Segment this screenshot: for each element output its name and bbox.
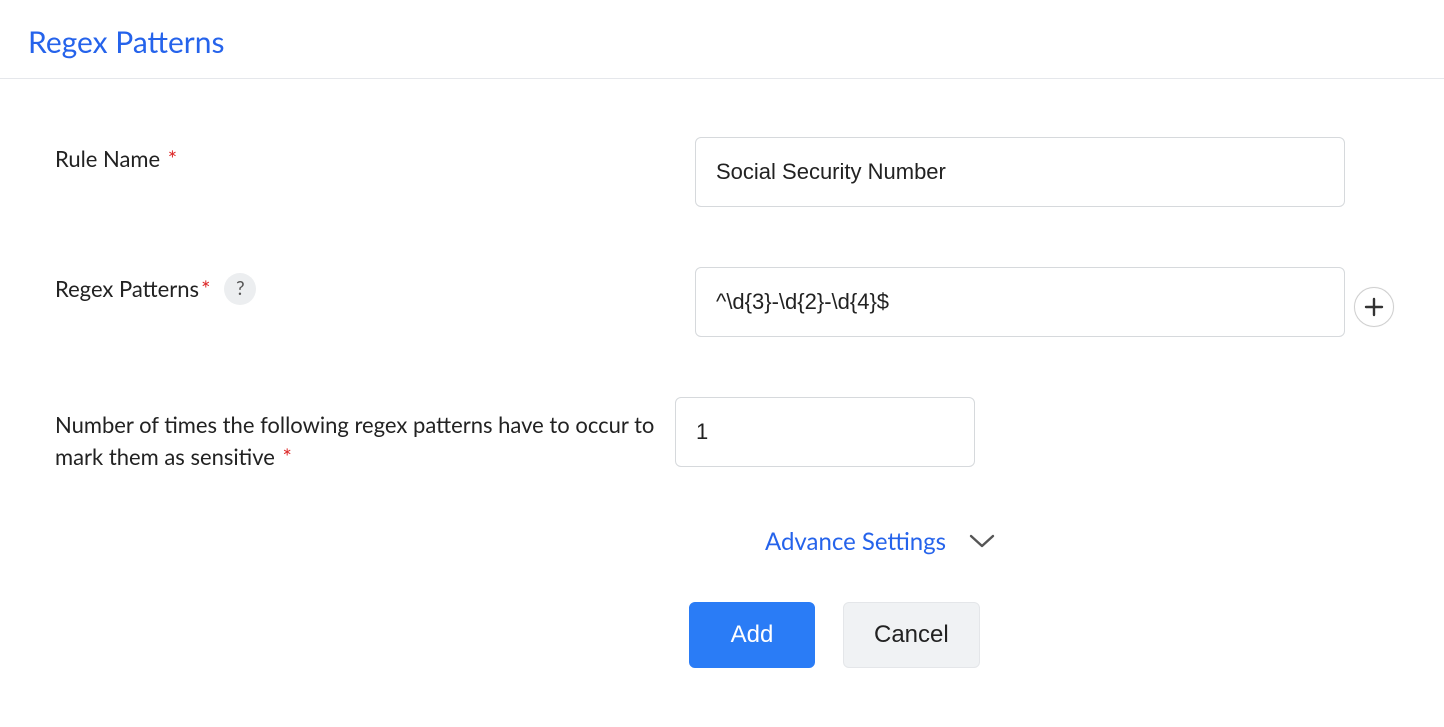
regex-patterns-label-group: Regex Patterns* ? (55, 267, 695, 305)
add-button[interactable]: Add (689, 602, 815, 668)
plus-icon (1364, 297, 1384, 317)
cancel-button[interactable]: Cancel (843, 602, 980, 668)
occurrences-required: * (283, 443, 292, 470)
rule-name-required: * (168, 145, 177, 172)
regex-patterns-input[interactable] (695, 267, 1345, 337)
occurrences-label-group: Number of times the following regex patt… (55, 397, 675, 473)
regex-patterns-input-col (695, 267, 1345, 337)
advance-settings-label: Advance Settings (765, 527, 946, 556)
rule-name-input[interactable] (695, 137, 1345, 207)
rule-name-label: Rule Name (55, 145, 160, 172)
occurrences-input-col (675, 397, 1325, 467)
regex-patterns-row: Regex Patterns* ? (55, 267, 1389, 337)
help-icon[interactable]: ? (224, 273, 256, 305)
occurrences-input[interactable] (675, 397, 975, 467)
rule-name-label-group: Rule Name * (55, 137, 695, 175)
chevron-down-icon (968, 528, 996, 555)
occurrences-label: Number of times the following regex patt… (55, 411, 654, 470)
rule-name-row: Rule Name * (55, 137, 1389, 207)
add-pattern-button[interactable] (1354, 287, 1394, 327)
button-row: Add Cancel (689, 602, 1389, 668)
regex-patterns-required: * (201, 275, 210, 302)
rule-name-input-col (695, 137, 1345, 207)
form-area: Rule Name * Regex Patterns* ? (0, 79, 1444, 668)
occurrences-row: Number of times the following regex patt… (55, 397, 1389, 473)
page-title: Regex Patterns (0, 0, 1444, 78)
regex-patterns-label: Regex Patterns (55, 275, 199, 302)
advance-settings-toggle[interactable]: Advance Settings (765, 527, 1389, 556)
